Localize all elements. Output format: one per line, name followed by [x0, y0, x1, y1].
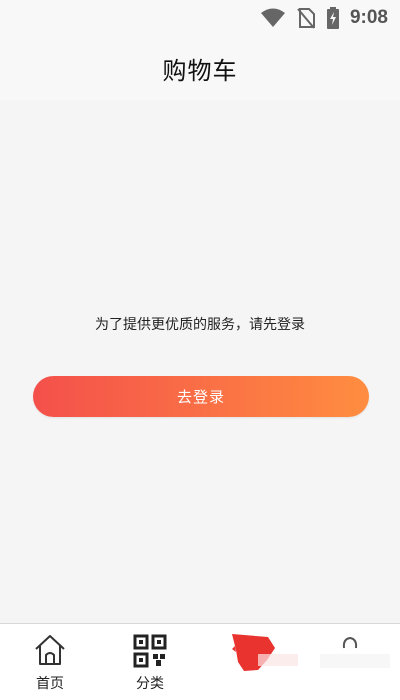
- bottom-tab-bar: 首页 分类: [0, 623, 400, 700]
- qr-code-icon: [133, 634, 167, 672]
- tab-cart[interactable]: [200, 624, 300, 700]
- home-icon: [33, 634, 67, 670]
- status-bar: 9:08: [0, 0, 400, 36]
- login-hint-text: 为了提供更优质的服务，请先登录: [95, 317, 305, 333]
- login-button[interactable]: 去登录: [33, 376, 369, 417]
- tab-mine[interactable]: [300, 624, 400, 700]
- page-header: 购物车: [0, 36, 400, 100]
- status-time: 9:08: [349, 7, 388, 28]
- cart-icon-smudge: [258, 654, 298, 666]
- no-sim-icon: [296, 7, 316, 29]
- cart-content: 为了提供更优质的服务，请先登录 去登录: [0, 100, 400, 622]
- user-icon-smudge: [320, 654, 390, 668]
- tab-home[interactable]: 首页: [0, 624, 100, 700]
- tab-category[interactable]: 分类: [100, 624, 200, 700]
- wifi-icon: [260, 8, 286, 28]
- battery-charging-icon: [326, 7, 340, 29]
- page-title: 购物车: [162, 56, 238, 85]
- tab-home-label: 首页: [36, 676, 64, 692]
- tab-category-label: 分类: [136, 676, 164, 692]
